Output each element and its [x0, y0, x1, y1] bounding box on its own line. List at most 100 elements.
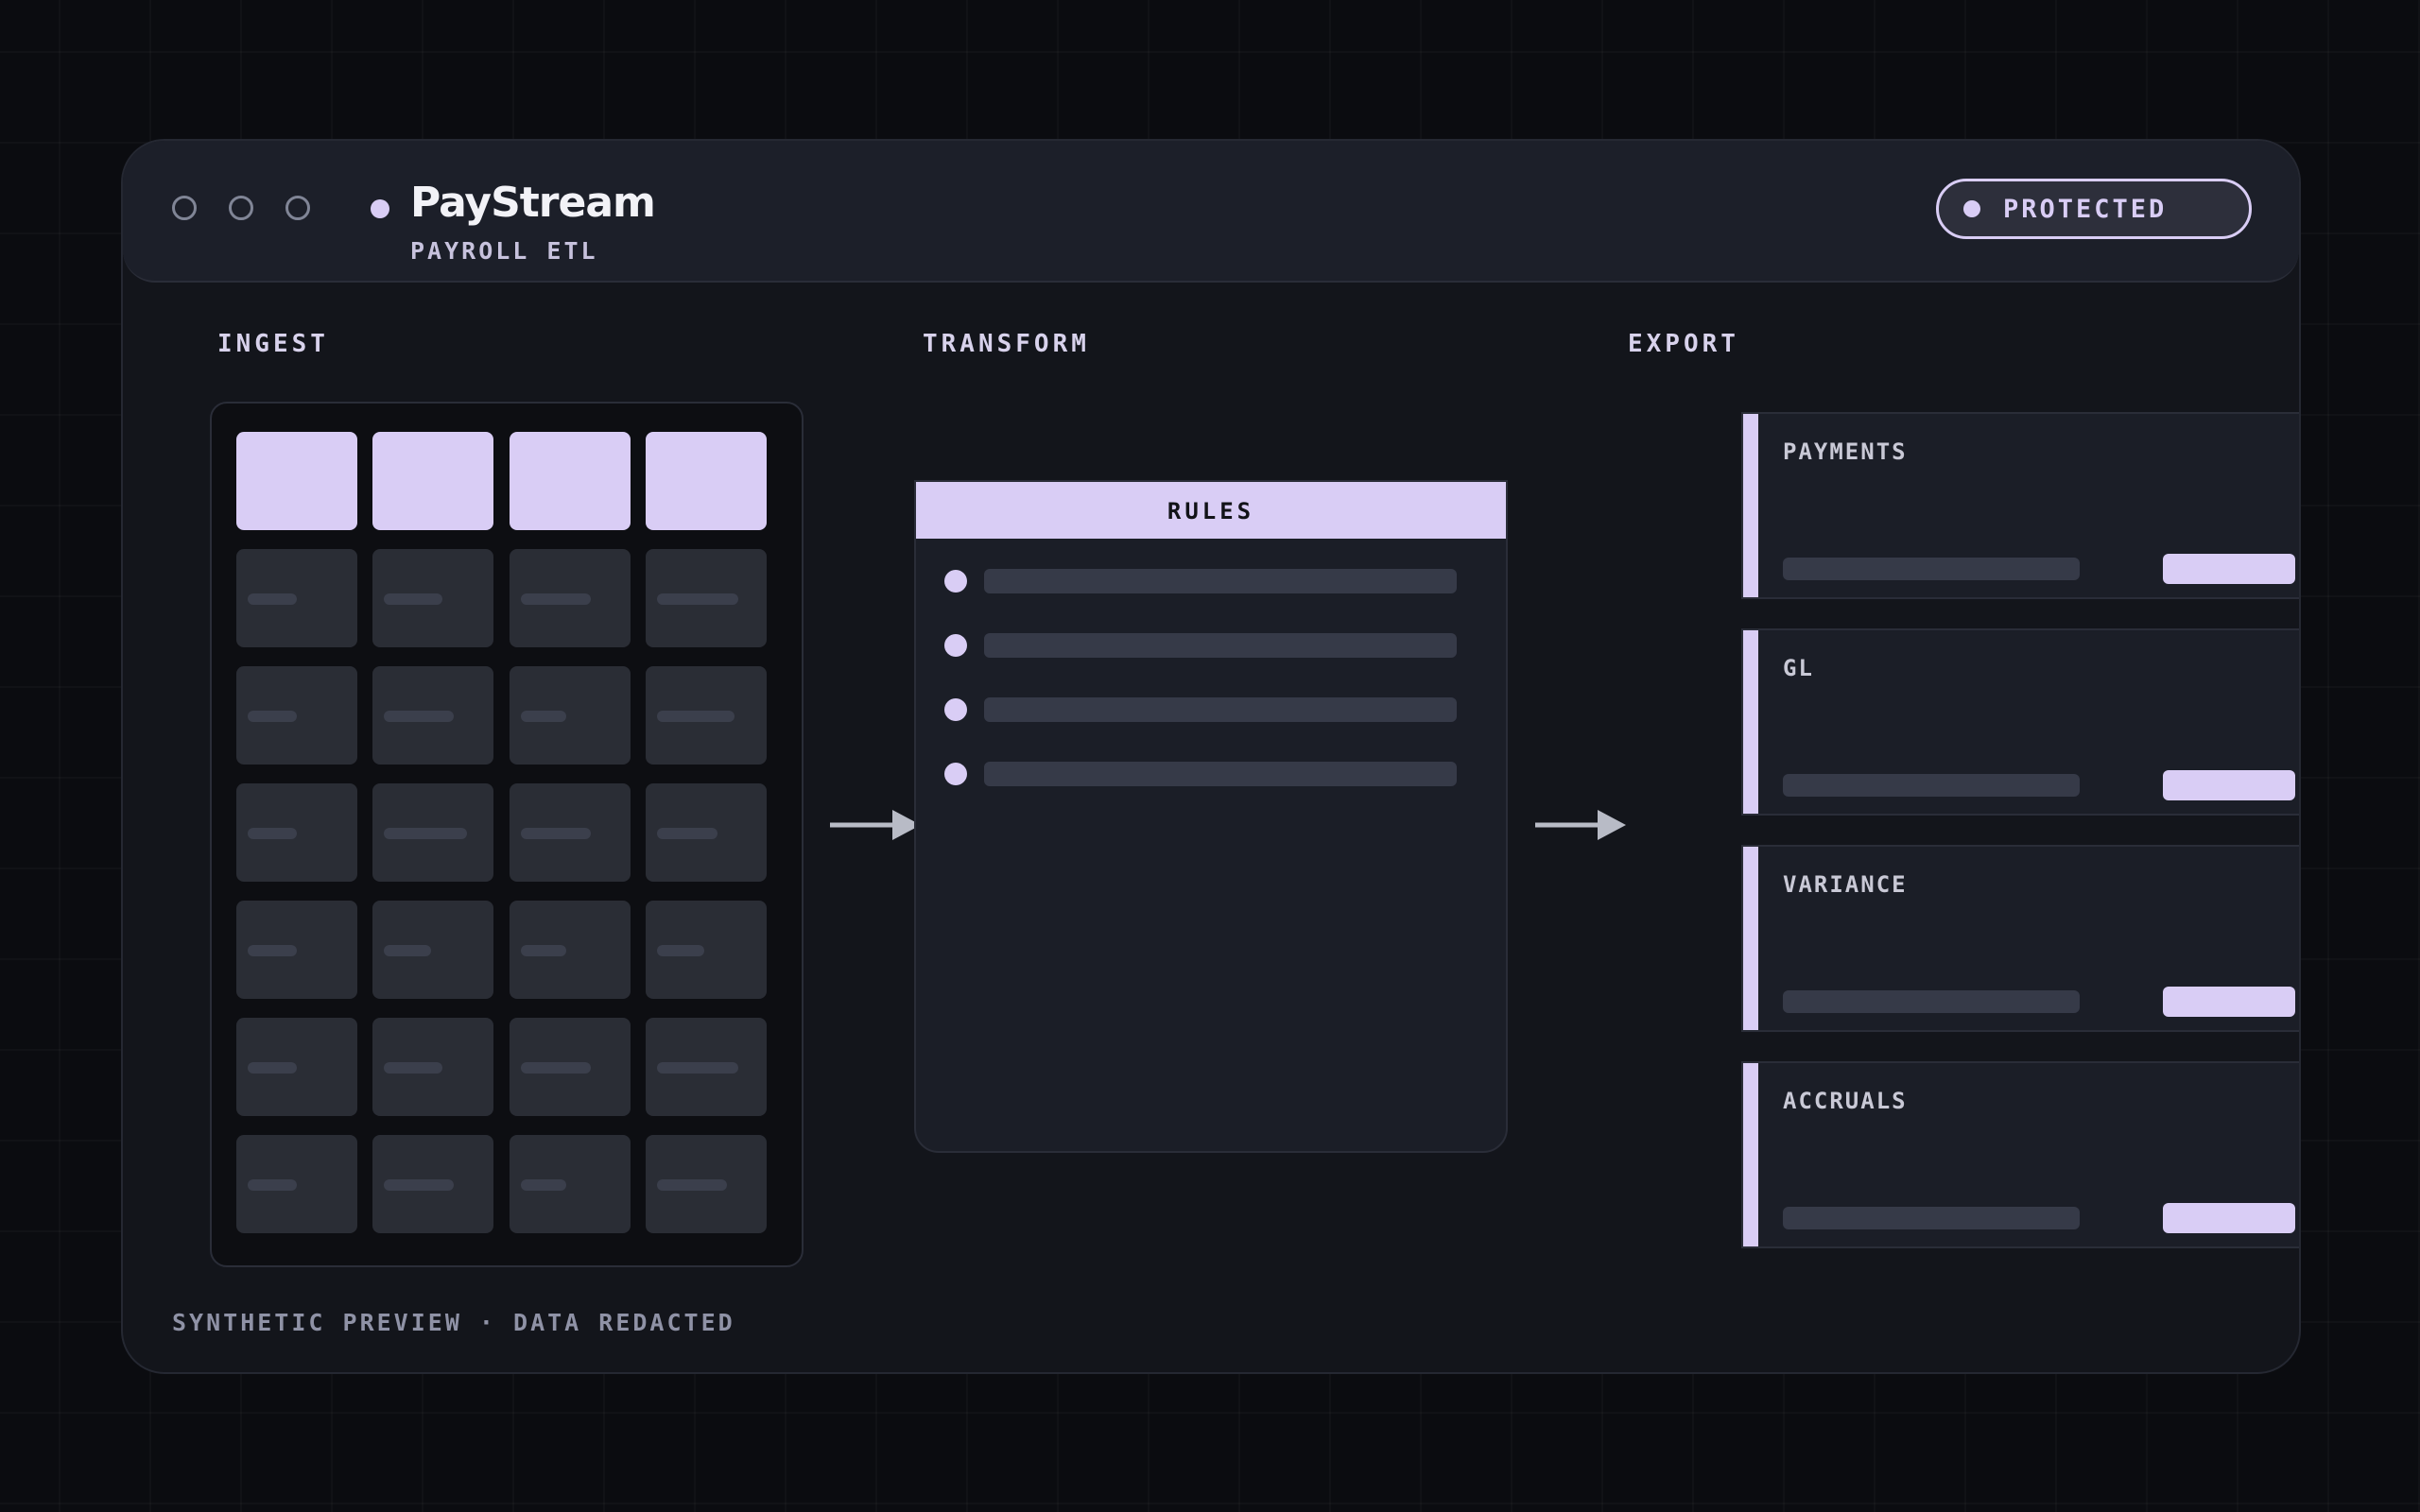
- table-header-cell: [646, 432, 767, 530]
- footer-note: SYNTHETIC PREVIEW · DATA REDACTED: [172, 1309, 735, 1336]
- cell-placeholder: [248, 1179, 297, 1191]
- rules-header: RULES: [916, 482, 1506, 539]
- export-action-button[interactable]: [2163, 554, 2295, 584]
- table-cell: [510, 666, 631, 765]
- export-card-title: PAYMENTS: [1783, 438, 1908, 465]
- cell-placeholder: [521, 711, 566, 722]
- cell-placeholder: [521, 828, 591, 839]
- table-cell: [372, 1018, 493, 1116]
- title-bar: PayStream PAYROLL ETL PROTECTED: [123, 141, 2299, 283]
- table-cell: [236, 666, 357, 765]
- rule-placeholder: [984, 762, 1457, 786]
- table-cell: [372, 549, 493, 647]
- arrow-right-icon: [1535, 810, 1626, 840]
- table-cell: [372, 666, 493, 765]
- table-header-cell: [510, 432, 631, 530]
- cell-placeholder: [384, 945, 431, 956]
- ingest-table-panel: [210, 402, 804, 1267]
- cell-placeholder: [384, 828, 467, 839]
- table-cell: [510, 783, 631, 882]
- export-card-accruals[interactable]: ACCRUALS: [1741, 1061, 2299, 1248]
- rule-row: [916, 696, 1506, 724]
- table-cell: [510, 1018, 631, 1116]
- cell-placeholder: [248, 1062, 297, 1074]
- table-cell: [236, 1018, 357, 1116]
- cell-placeholder: [384, 711, 454, 722]
- table-cell: [646, 1018, 767, 1116]
- table-header-cell: [236, 432, 357, 530]
- badge-label: PROTECTED: [2003, 195, 2168, 224]
- window-control-minimize[interactable]: [229, 196, 253, 220]
- rule-row: [916, 760, 1506, 788]
- section-label-ingest: INGEST: [217, 330, 329, 358]
- export-placeholder: [1783, 1207, 2080, 1229]
- cell-placeholder: [384, 593, 442, 605]
- brand-dot-icon: [371, 199, 389, 218]
- table-cell: [646, 666, 767, 765]
- window-control-close[interactable]: [172, 196, 197, 220]
- table-cell: [510, 549, 631, 647]
- protected-badge: PROTECTED: [1936, 179, 2252, 239]
- section-label-transform: TRANSFORM: [923, 330, 1090, 358]
- cell-placeholder: [657, 1179, 727, 1191]
- table-cell: [646, 783, 767, 882]
- cell-placeholder: [521, 1179, 566, 1191]
- cell-placeholder: [521, 1062, 591, 1074]
- cell-placeholder: [384, 1062, 442, 1074]
- section-label-export: EXPORT: [1628, 330, 1739, 358]
- table-cell: [236, 549, 357, 647]
- export-card-title: ACCRUALS: [1783, 1088, 1908, 1114]
- export-accent-bar: [1743, 414, 1758, 597]
- export-card-payments[interactable]: PAYMENTS: [1741, 412, 2299, 599]
- export-card-gl[interactable]: GL: [1741, 628, 2299, 816]
- export-placeholder: [1783, 990, 2080, 1013]
- table-cell: [372, 783, 493, 882]
- rule-placeholder: [984, 633, 1457, 658]
- cell-placeholder: [657, 711, 735, 722]
- table-cell: [646, 901, 767, 999]
- export-accent-bar: [1743, 847, 1758, 1030]
- export-card-title: VARIANCE: [1783, 871, 1908, 898]
- rules-panel: RULES: [914, 480, 1508, 1153]
- cell-placeholder: [248, 593, 297, 605]
- table-cell: [236, 1135, 357, 1233]
- app-subtitle: PAYROLL ETL: [410, 237, 598, 265]
- table-cell: [510, 901, 631, 999]
- table-cell: [510, 1135, 631, 1233]
- export-accent-bar: [1743, 630, 1758, 814]
- cell-placeholder: [384, 1179, 454, 1191]
- rule-placeholder: [984, 569, 1457, 593]
- table-cell: [646, 1135, 767, 1233]
- export-action-button[interactable]: [2163, 987, 2295, 1017]
- arrow-right-icon: [830, 810, 921, 840]
- export-action-button[interactable]: [2163, 770, 2295, 800]
- export-card-variance[interactable]: VARIANCE: [1741, 845, 2299, 1032]
- table-cell: [646, 549, 767, 647]
- rules-title: RULES: [1167, 498, 1255, 524]
- export-accent-bar: [1743, 1063, 1758, 1246]
- cell-placeholder: [521, 945, 566, 956]
- cell-placeholder: [248, 711, 297, 722]
- rule-bullet-icon: [944, 698, 967, 721]
- cell-placeholder: [657, 593, 738, 605]
- table-cell: [372, 1135, 493, 1233]
- rule-row: [916, 567, 1506, 595]
- window-control-maximize[interactable]: [285, 196, 310, 220]
- cell-placeholder: [657, 1062, 738, 1074]
- export-placeholder: [1783, 558, 2080, 580]
- table-cell: [372, 901, 493, 999]
- cell-placeholder: [657, 945, 704, 956]
- table-cell: [236, 901, 357, 999]
- cell-placeholder: [521, 593, 591, 605]
- cell-placeholder: [248, 945, 297, 956]
- status-dot-icon: [1963, 200, 1980, 217]
- cell-placeholder: [248, 828, 297, 839]
- cell-placeholder: [657, 828, 717, 839]
- rule-bullet-icon: [944, 763, 967, 785]
- export-card-title: GL: [1783, 655, 1814, 681]
- export-action-button[interactable]: [2163, 1203, 2295, 1233]
- app-title: PayStream: [410, 179, 656, 227]
- rule-bullet-icon: [944, 634, 967, 657]
- rule-row: [916, 631, 1506, 660]
- rule-placeholder: [984, 697, 1457, 722]
